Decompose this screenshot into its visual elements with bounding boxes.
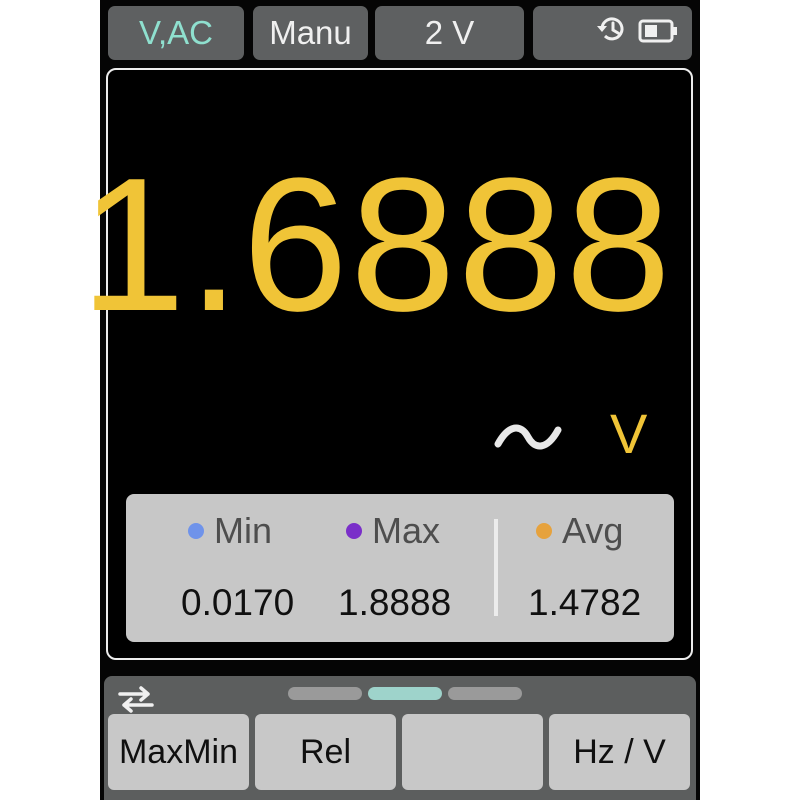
softkey-panel: MaxMin Rel Hz / V <box>104 676 696 800</box>
battery-icon <box>638 14 678 52</box>
stat-avg-label: Avg <box>536 510 623 552</box>
stat-avg-value: 1.4782 <box>528 582 642 623</box>
min-dot-icon <box>188 523 204 539</box>
unit-label: V <box>610 402 648 465</box>
range-button[interactable]: 2 V <box>375 6 524 60</box>
softkey-maxmin[interactable]: MaxMin <box>108 714 249 790</box>
measurement-screen: 1.6888 V Min Max Avg 0.0170 1.8888 1.478… <box>80 68 693 660</box>
history-clock-icon <box>594 12 630 54</box>
min-label-text: Min <box>214 510 273 551</box>
avg-dot-icon <box>536 523 552 539</box>
stat-min-label: Min <box>188 510 272 552</box>
multimeter-display: V,AC Manu 2 V 1.6888 V Min Max Avg 0.017… <box>80 0 700 800</box>
max-dot-icon <box>346 523 362 539</box>
page-indicator-3 <box>448 687 522 700</box>
stat-max-value: 1.8888 <box>338 582 452 623</box>
status-button[interactable] <box>533 6 692 60</box>
main-reading: 1.6888 <box>79 139 673 351</box>
page-indicator-1 <box>288 687 362 700</box>
stat-max-label: Max <box>346 510 440 552</box>
stat-min-value: 0.0170 <box>181 582 295 623</box>
softkey-hz-v[interactable]: Hz / V <box>549 714 690 790</box>
softkey-rel[interactable]: Rel <box>255 714 396 790</box>
softkey-empty[interactable] <box>402 714 543 790</box>
page-indicator-2 <box>368 687 442 700</box>
range-mode-button[interactable]: Manu <box>253 6 368 60</box>
avg-label-text: Avg <box>562 510 624 551</box>
ac-wave-icon <box>493 420 563 459</box>
measurement-mode-button[interactable]: V,AC <box>108 6 244 60</box>
statistics-panel: Min Max Avg 0.0170 1.8888 1.4782 <box>126 494 674 642</box>
stats-divider <box>494 519 498 616</box>
max-label-text: Max <box>372 510 441 551</box>
